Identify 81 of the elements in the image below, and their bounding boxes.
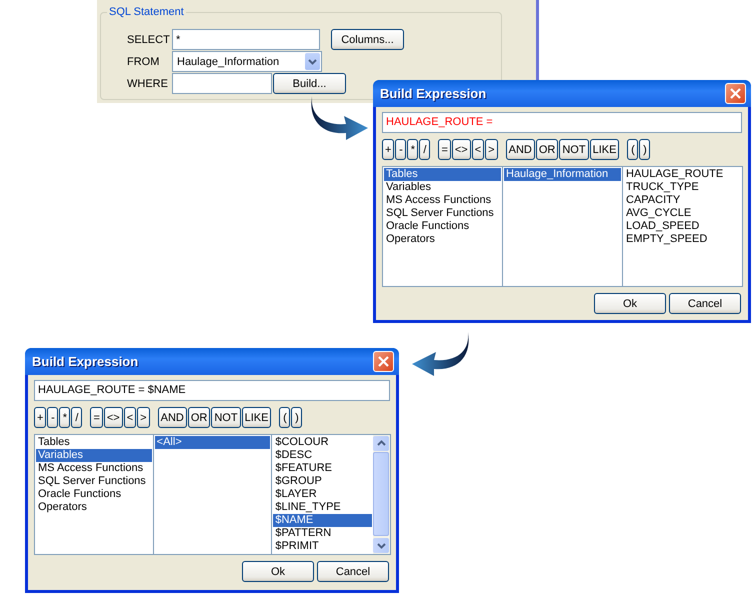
dialog-button[interactable]: Ok (242, 561, 314, 582)
list-item[interactable]: Oracle Functions (384, 220, 501, 233)
scroll-up-icon[interactable] (373, 436, 390, 451)
operator-button[interactable]: < (472, 139, 484, 160)
dialog-button[interactable]: Cancel (669, 293, 741, 314)
list-item[interactable]: EMPTY_SPEED (624, 233, 741, 246)
dialog-button[interactable]: Cancel (317, 561, 389, 582)
list-item[interactable]: AVG_CYCLE (624, 207, 741, 220)
list-item[interactable]: SQL Server Functions (384, 207, 501, 220)
scroll-down-icon[interactable] (373, 538, 390, 554)
operator-button[interactable]: LIKE (242, 407, 272, 428)
close-button[interactable] (373, 351, 394, 372)
list-item[interactable]: Haulage_Information (504, 168, 621, 181)
action-button[interactable]: Columns... (331, 29, 404, 50)
close-icon (730, 88, 741, 99)
list-item[interactable]: $NAME (273, 514, 372, 527)
list-item[interactable]: $LAYER (273, 488, 372, 501)
operator-button[interactable]: AND (158, 407, 187, 428)
operator-button[interactable]: <> (452, 139, 471, 160)
operator-button[interactable]: <> (104, 407, 123, 428)
operator-button[interactable]: OR (188, 407, 210, 428)
list-item[interactable]: MS Access Functions (36, 462, 152, 475)
expression-field[interactable]: HAULAGE_ROUTE = $NAME (34, 380, 390, 401)
field-label: SELECT (127, 34, 171, 46)
operator-button[interactable]: + (34, 407, 46, 428)
operator-button[interactable]: / (71, 407, 82, 428)
list-item[interactable]: $FEATURE (273, 462, 372, 475)
list-item[interactable]: $DESC (273, 449, 372, 462)
close-button[interactable] (725, 83, 746, 104)
operator-button[interactable]: OR (536, 139, 558, 160)
dialog-button[interactable]: Ok (594, 293, 666, 314)
operator-button[interactable]: - (395, 139, 406, 160)
list-item[interactable]: SQL Server Functions (36, 475, 152, 488)
operator-button[interactable]: = (438, 139, 451, 160)
operator-button[interactable]: ) (639, 139, 650, 160)
operator-button[interactable]: > (485, 139, 498, 160)
list-item[interactable]: Operators (36, 501, 152, 514)
field-label: FROM (127, 56, 160, 68)
operator-button[interactable]: * (59, 407, 70, 428)
operator-button[interactable]: / (419, 139, 430, 160)
list-item[interactable]: $PRIMIT (273, 540, 372, 553)
operator-button[interactable]: ( (627, 139, 638, 160)
list-item[interactable]: TRUCK_TYPE (624, 181, 741, 194)
list-item[interactable]: CAPACITY (624, 194, 741, 207)
list-item[interactable]: Operators (384, 233, 501, 246)
operator-button[interactable]: AND (506, 139, 535, 160)
window-title: Build Expression (380, 86, 486, 101)
operator-button[interactable]: > (137, 407, 150, 428)
list-item[interactable]: Oracle Functions (36, 488, 152, 501)
dropdown[interactable]: Haulage_Information (172, 51, 322, 72)
operator-button[interactable]: - (47, 407, 58, 428)
list-item[interactable]: HAULAGE_ROUTE (624, 168, 741, 181)
input-field[interactable]: * (172, 29, 320, 50)
list-item[interactable]: Variables (36, 449, 152, 462)
list-item[interactable]: LOAD_SPEED (624, 220, 741, 233)
operator-button[interactable]: LIKE (590, 139, 620, 160)
group-title: SQL Statement (107, 6, 186, 18)
scrollbar[interactable] (373, 435, 390, 554)
list-item[interactable]: MS Access Functions (384, 194, 501, 207)
field-label: WHERE (127, 78, 169, 90)
operator-button[interactable]: ( (279, 407, 290, 428)
operator-button[interactable]: + (382, 139, 394, 160)
list-item[interactable]: Tables (36, 436, 152, 449)
list-item[interactable]: $COLOUR (273, 436, 372, 449)
list-item[interactable]: $GROUP (273, 475, 372, 488)
list-item[interactable]: Variables (384, 181, 501, 194)
close-icon (378, 356, 389, 367)
operator-button[interactable]: ) (291, 407, 302, 428)
expression-field[interactable]: HAULAGE_ROUTE = (382, 112, 742, 133)
window-title: Build Expression (32, 354, 138, 369)
operator-button[interactable]: NOT (559, 139, 589, 160)
operator-button[interactable]: * (407, 139, 418, 160)
list-item[interactable]: <All> (154, 436, 270, 449)
operator-button[interactable]: < (124, 407, 136, 428)
list-item[interactable]: Tables (384, 168, 501, 181)
operator-button[interactable]: NOT (211, 407, 241, 428)
input-field[interactable] (172, 73, 272, 94)
list-item[interactable]: $PATTERN (273, 527, 372, 540)
operator-button[interactable]: = (90, 407, 103, 428)
list-item[interactable]: $LINE_TYPE (273, 501, 372, 514)
action-button[interactable]: Build... (273, 73, 346, 94)
